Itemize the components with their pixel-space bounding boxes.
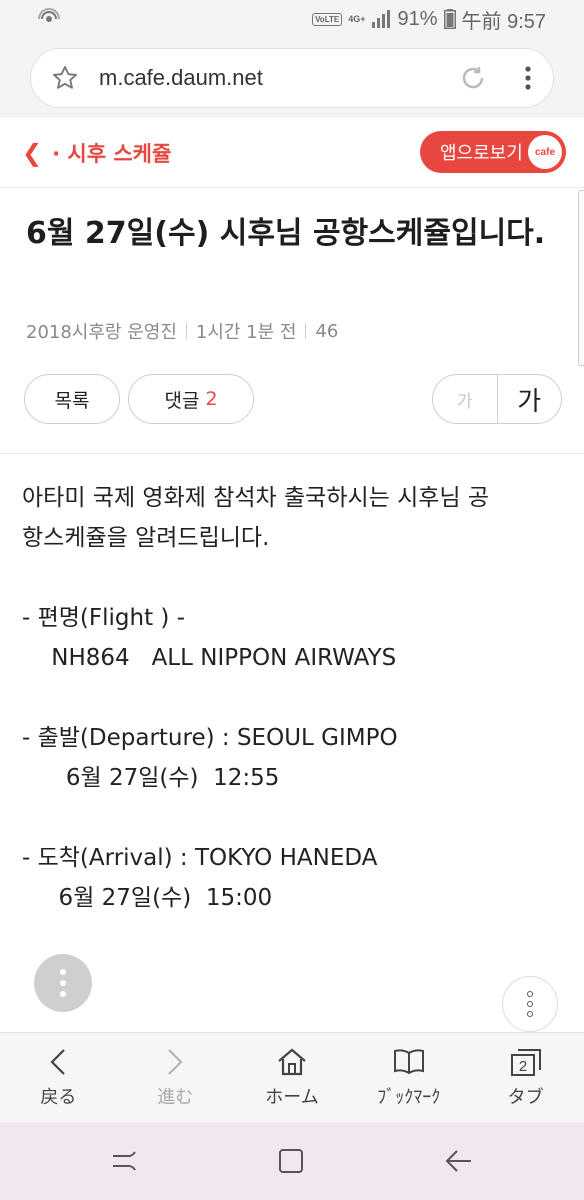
tabs-icon: 2: [510, 1048, 541, 1076]
tabs-label: タブ: [507, 1086, 544, 1108]
arrival-time: 6월 27일(수) 15:00: [22, 885, 273, 911]
open-in-app-button[interactable]: 앱으로보기 cafe: [420, 131, 566, 173]
board-name: · 시후 스케쥴: [52, 142, 172, 166]
battery-icon: [443, 9, 456, 29]
home-label: ホーム: [265, 1086, 319, 1108]
arrival-label: - 도착(Arrival) : TOKYO HANEDA: [22, 845, 378, 871]
forward-button[interactable]: 進む: [117, 1033, 234, 1122]
battery-percent: 91%: [397, 7, 438, 30]
font-size-large-button[interactable]: 가: [498, 375, 562, 423]
page-options-button[interactable]: [502, 976, 558, 1032]
url-bar[interactable]: m.cafe.daum.net: [30, 48, 554, 108]
bookmarks-button[interactable]: ﾌﾞｯｸﾏｰｸ: [350, 1033, 467, 1122]
font-size-toggle: 가 가: [432, 374, 562, 424]
body-line: 항스케쥴을 알려드립니다.: [22, 525, 270, 551]
scrollbar[interactable]: [578, 190, 584, 366]
post-meta: 2018시후랑 운영진 1시간 1분 전 46: [26, 318, 338, 344]
cafe-back-link[interactable]: ❮ · 시후 스케쥴: [22, 138, 171, 168]
home-icon: [278, 1048, 306, 1075]
reload-icon[interactable]: [443, 63, 503, 93]
recent-apps-icon[interactable]: [109, 1146, 139, 1176]
more-menu-icon[interactable]: [503, 65, 553, 91]
post-title: 6월 27일(수) 시후님 공항스케쥴입니다.: [26, 216, 546, 251]
cell-signal-icon: [372, 10, 391, 28]
dot-icon: [527, 1011, 533, 1017]
signal-wifi-icon: [38, 8, 60, 22]
font-size-small-button[interactable]: 가: [433, 375, 498, 423]
cafe-header: ❮ · 시후 스케쥴 앱으로보기 cafe: [0, 118, 584, 188]
body-line: 아타미 국제 영화제 참석차 출국하시는 시후님 공: [22, 485, 490, 511]
dot-icon: [60, 969, 66, 975]
back-arrow-icon[interactable]: [443, 1146, 475, 1176]
comments-count: 2: [205, 388, 218, 410]
volte-indicator: VoLTE: [312, 12, 343, 26]
divider: [185, 323, 187, 339]
bookmarks-label: ﾌﾞｯｸﾏｰｸ: [377, 1086, 441, 1108]
book-icon: [393, 1048, 424, 1074]
comments-button[interactable]: 댓글 2: [128, 374, 254, 424]
comments-label: 댓글: [164, 389, 200, 412]
browser-toolbar: m.cafe.daum.net: [0, 38, 584, 118]
network-type: 4G+: [348, 13, 366, 24]
tab-count: 2: [518, 1058, 526, 1075]
bookmark-star-icon[interactable]: [31, 64, 99, 92]
clock: 午前 9:57: [461, 10, 546, 33]
forward-label: 進む: [157, 1086, 194, 1108]
open-in-app-label: 앱으로보기: [440, 143, 523, 164]
home-button[interactable]: ホーム: [234, 1033, 351, 1122]
url-text[interactable]: m.cafe.daum.net: [99, 65, 443, 91]
post-author[interactable]: 2018시후랑 운영진: [26, 318, 177, 344]
back-button[interactable]: 戻る: [0, 1033, 117, 1122]
dot-icon: [527, 991, 533, 997]
browser-bottom-toolbar: 戻る 進む ホーム ﾌﾞｯｸﾏｰｸ 2 タブ: [0, 1032, 584, 1122]
floating-menu-button[interactable]: [34, 954, 92, 1012]
dot-icon: [60, 980, 66, 986]
flight-label: - 편명(Flight ) -: [22, 605, 186, 631]
back-label: 戻る: [40, 1086, 77, 1108]
status-bar: VoLTE 4G+ 91% 午前 9:57: [0, 0, 584, 38]
dot-icon: [60, 991, 66, 997]
home-square-icon[interactable]: [276, 1146, 306, 1176]
chevron-left-icon: [50, 1048, 66, 1075]
flight-value: NH864 ALL NIPPON AIRWAYS: [22, 645, 397, 671]
departure-time: 6월 27일(수) 12:55: [22, 765, 280, 791]
divider: [305, 323, 307, 339]
cafe-logo-icon: cafe: [528, 135, 562, 169]
post-time: 1시간 1분 전: [195, 322, 297, 343]
tabs-button[interactable]: 2 タブ: [467, 1033, 584, 1122]
post-body: 아타미 국제 영화제 참석차 출국하시는 시후님 공 항스케쥴을 알려드립니다.…: [22, 478, 562, 918]
post-header: 6월 27일(수) 시후님 공항스케쥴입니다. 2018시후랑 운영진 1시간 …: [0, 188, 584, 454]
chevron-left-icon: ❮: [22, 139, 43, 167]
post-views: 46: [315, 320, 339, 342]
departure-label: - 출발(Departure) : SEOUL GIMPO: [22, 725, 398, 751]
chevron-right-icon: [168, 1048, 183, 1075]
android-nav-bar: [0, 1122, 584, 1200]
dot-icon: [527, 1001, 533, 1007]
list-button[interactable]: 목록: [24, 374, 120, 424]
